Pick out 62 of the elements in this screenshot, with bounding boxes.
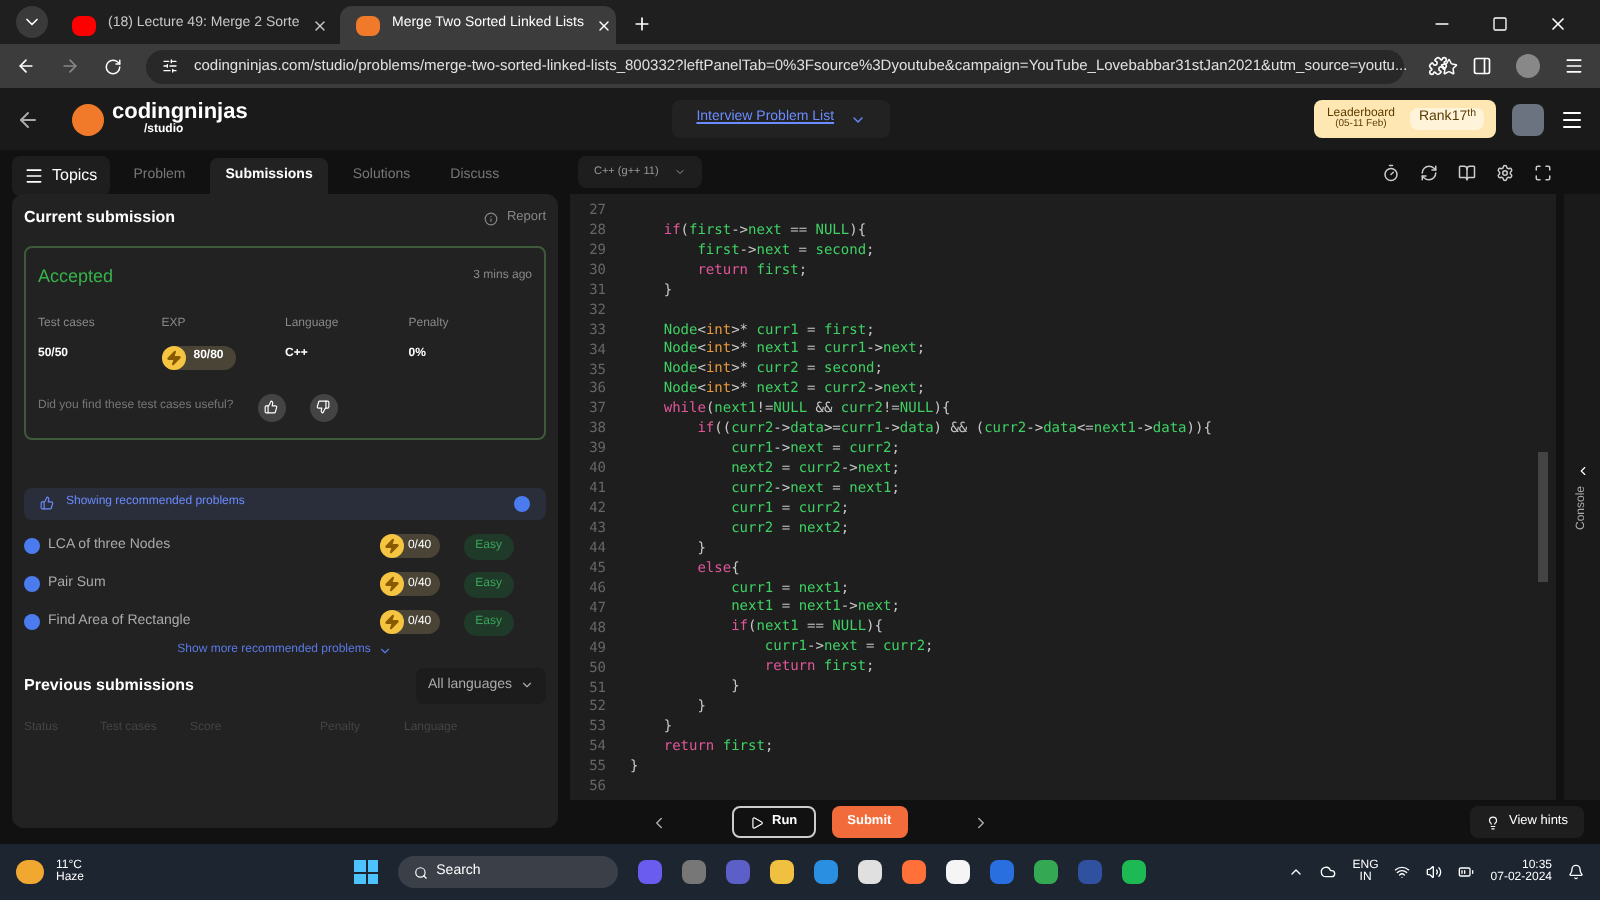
chevron-up-icon[interactable]: [1288, 864, 1305, 880]
logo-icon: [72, 103, 104, 135]
expand-icon[interactable]: [1534, 163, 1552, 181]
weather-icon: [16, 860, 44, 884]
info-icon: [484, 211, 499, 225]
chevron-down-icon: [674, 166, 687, 178]
chevron-down-icon: [520, 678, 534, 693]
more-icon[interactable]: [1564, 56, 1584, 76]
extensions-icon[interactable]: [1428, 56, 1448, 76]
app-icon[interactable]: [770, 860, 795, 884]
back-icon[interactable]: [16, 56, 36, 76]
problem-icon: [24, 576, 40, 592]
app-icon[interactable]: [946, 860, 971, 884]
section-title: Current submission: [24, 206, 176, 230]
close-icon[interactable]: [311, 17, 328, 33]
logo-text: codingninjas: [112, 102, 248, 124]
restore-icon[interactable]: [1492, 16, 1508, 32]
wifi-icon[interactable]: [1394, 864, 1411, 880]
battery-icon[interactable]: [1458, 864, 1475, 880]
notification-icon[interactable]: [1568, 864, 1584, 880]
app-icon[interactable]: [902, 860, 927, 884]
avatar-placeholder[interactable]: [1512, 103, 1544, 135]
menu-icon: [24, 166, 44, 186]
side-panel-icon[interactable]: [1472, 56, 1492, 76]
app-icon[interactable]: [858, 860, 883, 884]
forward-icon[interactable]: [60, 56, 80, 76]
chevron-left-icon[interactable]: [1575, 463, 1589, 478]
previous-icon[interactable]: [650, 813, 668, 831]
back-icon[interactable]: [16, 107, 40, 131]
reload-icon[interactable]: [104, 57, 122, 75]
thumbs-up-icon: [264, 400, 279, 414]
problem-icon: [24, 538, 40, 554]
chevron-down-icon: [378, 643, 393, 657]
timer-icon[interactable]: [1382, 163, 1400, 181]
new-tab-icon[interactable]: [632, 14, 652, 34]
scrollbar-thumb[interactable]: [1538, 452, 1548, 582]
bookmark-icon[interactable]: [1439, 57, 1458, 75]
close-icon[interactable]: [1548, 14, 1568, 34]
topics-button[interactable]: Topics: [12, 156, 110, 196]
section-title: Previous submissions: [24, 673, 194, 698]
thumbs-down-button[interactable]: [309, 393, 338, 421]
cloud-icon[interactable]: [1320, 864, 1337, 880]
thumbs-down-icon: [316, 400, 331, 414]
status-text: Accepted: [38, 264, 114, 290]
site-icon: [356, 15, 380, 35]
site-settings-icon[interactable]: [162, 58, 178, 74]
app-icon[interactable]: [1122, 860, 1147, 884]
start-icon[interactable]: [354, 860, 379, 884]
book-icon[interactable]: [1458, 163, 1476, 181]
thumbs-up-button[interactable]: [257, 393, 286, 421]
volume-icon[interactable]: [1426, 864, 1443, 880]
refresh-icon[interactable]: [1420, 163, 1438, 181]
close-icon[interactable]: [595, 17, 612, 33]
menu-icon[interactable]: [1560, 107, 1584, 131]
thumbs-up-icon: [40, 496, 54, 510]
profile-avatar[interactable]: [1516, 54, 1540, 78]
tab-list-icon[interactable]: [16, 6, 48, 38]
search-icon: [414, 865, 429, 879]
recommended-checkbox[interactable]: [514, 495, 530, 511]
problem-icon: [24, 614, 40, 630]
settings-icon[interactable]: [1496, 163, 1514, 181]
lightbulb-icon: [1486, 815, 1501, 829]
